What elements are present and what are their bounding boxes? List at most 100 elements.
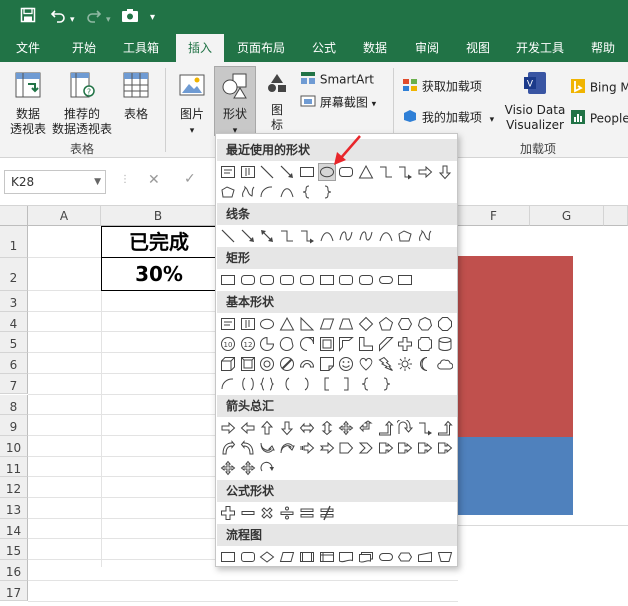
shape-halfframe[interactable]: [338, 336, 355, 352]
shape-notequal[interactable]: [319, 505, 335, 521]
shape-arc[interactable]: [259, 184, 275, 200]
shape-mult[interactable]: [259, 505, 275, 521]
shape-uturn[interactable]: [397, 420, 414, 436]
shape-fc-alt[interactable]: [240, 549, 256, 565]
shape-fc-internal[interactable]: [319, 549, 335, 565]
row-header-12[interactable]: 12: [0, 477, 28, 498]
name-box[interactable]: K28 ▼: [4, 170, 106, 194]
shape-diamond[interactable]: [358, 316, 374, 332]
shape-scurve[interactable]: [358, 228, 374, 244]
tab-page-layout[interactable]: 页面布局: [229, 34, 293, 62]
column-header-h[interactable]: [604, 206, 628, 226]
shape-quadarrow[interactable]: [338, 420, 354, 436]
shape-can[interactable]: [437, 336, 453, 352]
shape-uarrow[interactable]: [259, 420, 275, 436]
shape-fc-alt[interactable]: [338, 272, 354, 288]
shape-striped[interactable]: [299, 440, 315, 456]
shape-brace-l[interactable]: [358, 376, 374, 392]
get-addins-button[interactable]: 获取加载项: [402, 78, 482, 96]
shape-fc-doc[interactable]: [338, 549, 354, 565]
recommended-pivot-button[interactable]: ? 推荐的 数据透视表: [50, 70, 114, 137]
shape-line[interactable]: [220, 228, 236, 244]
row-header-11[interactable]: 11: [0, 456, 28, 478]
row-header-9[interactable]: 9: [0, 415, 28, 436]
row-header-5[interactable]: 5: [0, 332, 28, 354]
shape-plaque[interactable]: [417, 336, 433, 352]
bing-maps-button[interactable]: Bing M: [570, 78, 628, 98]
shape-rbracket[interactable]: [338, 376, 354, 392]
tab-review[interactable]: 审阅: [407, 34, 447, 62]
row-header-13[interactable]: 13: [0, 498, 28, 519]
shape-sun[interactable]: [397, 356, 413, 372]
shape-circlearrow[interactable]: [259, 460, 275, 476]
shape-elbowarrow[interactable]: [417, 420, 433, 436]
undo-icon[interactable]: [50, 7, 66, 27]
shape-darrowline[interactable]: [259, 228, 275, 244]
shape-fc-decision[interactable]: [259, 549, 275, 565]
shape-fc-process[interactable]: [220, 549, 236, 565]
shape-blockarc[interactable]: [299, 356, 315, 372]
shape-dec12[interactable]: 12: [240, 336, 256, 352]
table-button[interactable]: 表格: [116, 70, 156, 122]
shape-lupa[interactable]: [358, 420, 374, 436]
shape-parallelogram[interactable]: [319, 316, 335, 332]
shape-arrowline[interactable]: [279, 164, 295, 180]
chart-bar-remaining[interactable]: [458, 256, 573, 437]
shape-callout-r[interactable]: [378, 440, 394, 456]
shape-curvedu[interactable]: [259, 440, 276, 456]
tab-view[interactable]: 视图: [458, 34, 498, 62]
column-header-b[interactable]: B: [101, 206, 216, 226]
undo-dropdown-icon[interactable]: ▾: [70, 11, 75, 29]
smartart-button[interactable]: SmartArt: [300, 71, 374, 89]
shape-scribble[interactable]: [240, 184, 256, 200]
shape-larrow[interactable]: [240, 420, 256, 436]
my-addins-button[interactable]: 我的加载项 ▾: [402, 109, 494, 128]
close-icon[interactable]: ✕: [148, 172, 160, 188]
tab-data[interactable]: 数据: [355, 34, 395, 62]
shape-bracket-l[interactable]: [279, 376, 295, 392]
people-graph-button[interactable]: People: [570, 109, 628, 129]
tab-formulas[interactable]: 公式: [304, 34, 344, 62]
shape-roundrect[interactable]: [240, 272, 256, 288]
row-header-6[interactable]: 6: [0, 353, 28, 374]
shape-arc[interactable]: [220, 376, 236, 392]
shape-vtextbox[interactable]: [240, 164, 256, 180]
shape-foldedcorner[interactable]: [319, 356, 335, 372]
shape-trapezoid[interactable]: [338, 316, 354, 332]
shape-darrow[interactable]: [437, 164, 453, 180]
shape-frame[interactable]: [319, 336, 335, 352]
shape-teardrop[interactable]: [299, 336, 315, 352]
shape-roundrect[interactable]: [259, 272, 275, 288]
shape-scurve[interactable]: [338, 228, 354, 244]
shape-triangle[interactable]: [279, 316, 295, 332]
camera-icon[interactable]: [121, 7, 139, 27]
save-icon[interactable]: [20, 7, 36, 27]
shape-rect[interactable]: [299, 164, 315, 180]
shape-heptagon[interactable]: [417, 316, 433, 332]
shape-triangle[interactable]: [358, 164, 374, 180]
shape-nosymbol[interactable]: [279, 356, 295, 372]
shape-vtextbox[interactable]: [240, 316, 256, 332]
chart-area[interactable]: [458, 226, 628, 526]
shape-pentagon[interactable]: [338, 440, 354, 456]
shape-textbox[interactable]: [220, 316, 236, 332]
screenshot-button[interactable]: 屏幕截图 ▾: [300, 94, 376, 113]
shape-elbow[interactable]: [378, 164, 394, 180]
shape-rtriangle[interactable]: [299, 316, 315, 332]
tab-home[interactable]: 开始: [64, 34, 104, 62]
shape-bentup[interactable]: [437, 420, 453, 436]
shape-textbox[interactable]: [220, 164, 236, 180]
row-header-17[interactable]: 17: [0, 580, 28, 602]
shape-brace-r[interactable]: [378, 376, 394, 392]
shape-lshape[interactable]: [358, 336, 374, 352]
shape-fc-manualop[interactable]: [437, 549, 453, 565]
shape-bentup[interactable]: [378, 420, 394, 436]
visio-visualizer-button[interactable]: V Visio Data Visualizer: [504, 70, 566, 133]
shape-cube[interactable]: [220, 356, 236, 372]
cell-b2[interactable]: 30%: [101, 258, 216, 291]
chevron-down-icon[interactable]: ▼: [94, 171, 101, 193]
row-header-10[interactable]: 10: [0, 435, 28, 457]
shape-roundrect[interactable]: [299, 272, 315, 288]
shape-rect[interactable]: [220, 272, 236, 288]
shape-fc-term[interactable]: [378, 272, 394, 288]
